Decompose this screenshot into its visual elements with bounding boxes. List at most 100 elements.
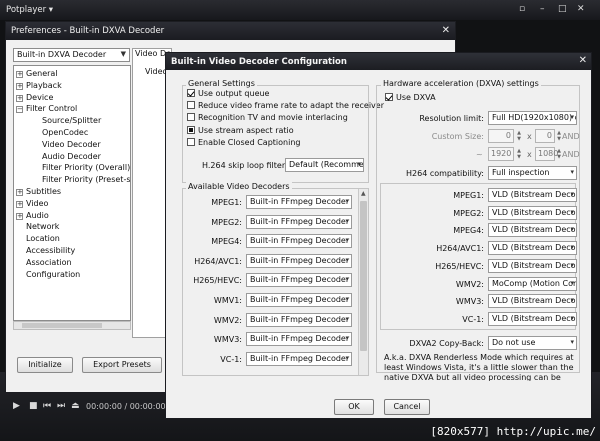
expand-icon[interactable]: +: [16, 200, 23, 208]
decoder-select[interactable]: Built-in FFmpeg Decoder (▾: [246, 351, 352, 366]
chevron-down-icon: ▾: [345, 236, 349, 245]
tree-item[interactable]: Video: [26, 199, 48, 208]
previous-icon[interactable]: ⏮: [43, 401, 51, 411]
tree-item[interactable]: Association: [26, 258, 72, 267]
tree-item[interactable]: Video Decoder: [42, 140, 101, 149]
chevron-down-icon: ▾: [570, 296, 574, 305]
profile-select[interactable]: Built-in DXVA Decoder ▼: [13, 48, 130, 62]
general-checkbox[interactable]: Recognition TV and movie interlacing: [187, 113, 348, 122]
spin-arrows-icon[interactable]: ▲ ▼: [515, 130, 523, 142]
decoder-select[interactable]: Built-in FFmpeg Decoder (▾: [246, 253, 352, 268]
dxva-codec-select[interactable]: VLD (Bitstream Decoding)▾: [488, 241, 577, 256]
preferences-titlebar: Preferences - Built-in DXVA Decoder ✕: [6, 22, 455, 40]
tree-item[interactable]: Audio Decoder: [42, 152, 101, 161]
custom-height-input[interactable]: 0: [535, 129, 555, 143]
minimize-icon[interactable]: –: [540, 4, 545, 14]
max-width-input[interactable]: 1920: [488, 147, 514, 161]
spin-arrows-icon[interactable]: ▲ ▼: [515, 148, 523, 160]
dxva-codec-label: WMV2:: [455, 279, 484, 289]
general-checkbox[interactable]: Use output queue: [187, 89, 269, 98]
expand-icon[interactable]: +: [16, 212, 23, 220]
decoder-select[interactable]: Built-in FFmpeg Decoder (▾: [246, 195, 352, 209]
general-checkbox[interactable]: Reduce video frame rate to adapt the rec…: [187, 101, 384, 110]
stop-icon[interactable]: ■: [29, 401, 38, 411]
decoder-select[interactable]: Built-in FFmpeg Decoder (▾: [246, 273, 352, 288]
dxva-codec-select[interactable]: VLD (Bitstream Decoding)▾: [488, 223, 577, 238]
chevron-down-icon: ▾: [345, 255, 349, 264]
app-title[interactable]: Potplayer ▾: [6, 5, 53, 15]
copyback-select[interactable]: Do not use ▾: [488, 336, 577, 350]
collapse-icon[interactable]: −: [16, 106, 23, 114]
expand-icon[interactable]: +: [16, 82, 23, 90]
tree-item[interactable]: Playback: [26, 81, 62, 90]
ok-button[interactable]: OK: [334, 399, 374, 415]
resolution-limit-select[interactable]: Full HD(1920x1080) or less ▾: [488, 111, 577, 125]
tree-item[interactable]: General: [26, 69, 58, 78]
h264-compat-label: H264 compatibility:: [406, 169, 484, 178]
dialog-close-icon[interactable]: ✕: [579, 55, 587, 66]
decoder-select[interactable]: Built-in FFmpeg Decoder (▾: [246, 312, 352, 327]
maximize-icon[interactable]: □: [558, 4, 567, 14]
dxva-codec-select[interactable]: VLD (Bitstream Decoding)▾: [488, 311, 577, 326]
copyback-description: A.k.a. DXVA Renderless Mode which requir…: [384, 353, 574, 381]
tree-item[interactable]: Location: [26, 234, 60, 243]
chevron-down-icon: ▾: [570, 243, 574, 252]
custom-width-input[interactable]: 0: [488, 129, 514, 143]
dxva-codec-select[interactable]: MoComp (Motion Compensat▾: [488, 276, 577, 291]
tree-item[interactable]: Filter Priority (Preset-sp: [42, 175, 130, 184]
chevron-down-icon: ▾: [345, 295, 349, 303]
chevron-down-icon: ▾: [570, 113, 574, 121]
expand-icon[interactable]: +: [16, 71, 23, 78]
general-checkbox[interactable]: Use stream aspect ratio: [187, 125, 294, 135]
settings-tree: + General + Playback + Device − Filter Control S…: [13, 65, 131, 321]
tree-item[interactable]: Device: [26, 93, 53, 102]
preferences-close-icon[interactable]: ✕: [442, 25, 450, 36]
general-checkbox[interactable]: Enable Closed Captioning: [187, 137, 300, 147]
dialog-title: Built-in Video Decoder Configuration: [171, 57, 347, 67]
chevron-down-icon: ▾: [345, 334, 349, 343]
dxva-codec-label: H265/HEVC:: [435, 261, 484, 271]
dxva-codec-label: MPEG2:: [453, 208, 484, 218]
cancel-button[interactable]: Cancel: [384, 399, 430, 415]
preferences-title: Preferences - Built-in DXVA Decoder: [11, 26, 165, 36]
tree-item[interactable]: Audio: [26, 211, 49, 220]
times-sign: x: [527, 132, 532, 141]
tree-horizontal-scrollbar[interactable]: [13, 321, 131, 330]
use-dxva-checkbox[interactable]: Use DXVA: [385, 93, 436, 102]
decoder-select[interactable]: Built-in FFmpeg Decoder (▾: [246, 214, 352, 229]
max-height-input[interactable]: 1080: [535, 147, 558, 161]
chevron-down-icon: ▾: [570, 278, 574, 287]
chevron-down-icon: ▾: [570, 260, 574, 269]
tree-item[interactable]: Accessibility: [26, 246, 75, 255]
tree-item[interactable]: Subtitles: [26, 187, 61, 196]
tree-item[interactable]: Filter Priority (Overall): [42, 163, 130, 172]
close-icon[interactable]: ✕: [577, 4, 585, 14]
dxva-codec-select[interactable]: VLD (Bitstream Decoding)▾: [488, 258, 577, 273]
expand-icon[interactable]: +: [16, 189, 23, 196]
tree-item[interactable]: Filter Control: [26, 104, 77, 113]
decoder-select[interactable]: Built-in FFmpeg Decoder (▾: [246, 293, 352, 307]
expand-icon[interactable]: +: [16, 94, 23, 102]
times-sign: x: [527, 150, 532, 159]
tree-item[interactable]: OpenCodec: [42, 128, 88, 137]
tree-item[interactable]: Network: [26, 222, 59, 231]
decoder-select[interactable]: Built-in FFmpeg Decoder (▾: [246, 234, 352, 249]
dxva-codec-select[interactable]: VLD (Bitstream Decoding)▾: [488, 188, 577, 202]
decoder-select[interactable]: Built-in FFmpeg Decoder (▾: [246, 332, 352, 347]
general-settings-title: General Settings: [186, 79, 257, 88]
tree-item[interactable]: Configuration: [26, 270, 80, 279]
next-icon[interactable]: ⏭: [57, 401, 65, 411]
dxva-codec-select[interactable]: VLD (Bitstream Decoding)▾: [488, 294, 577, 309]
h264-compat-select[interactable]: Full inspection ▾: [488, 166, 577, 180]
export-presets-button[interactable]: Export Presets: [82, 357, 162, 373]
dxva-codec-select[interactable]: VLD (Bitstream Decoding)▾: [488, 205, 577, 220]
eject-icon[interactable]: ⏏: [71, 401, 80, 411]
play-icon[interactable]: ▶: [13, 401, 20, 411]
watermark: [820x577] http://upic.me/: [430, 425, 596, 438]
tree-item[interactable]: Source/Splitter: [42, 116, 101, 125]
h264-skip-select[interactable]: Default (Recomme ▾: [285, 158, 364, 172]
initialize-button[interactable]: Initialize: [17, 357, 73, 373]
app-titlebar: Potplayer ▾ ▫ – □ ✕: [0, 0, 600, 20]
pin-icon[interactable]: ▫: [519, 4, 525, 14]
decoders-scrollbar[interactable]: ▲: [358, 189, 368, 375]
